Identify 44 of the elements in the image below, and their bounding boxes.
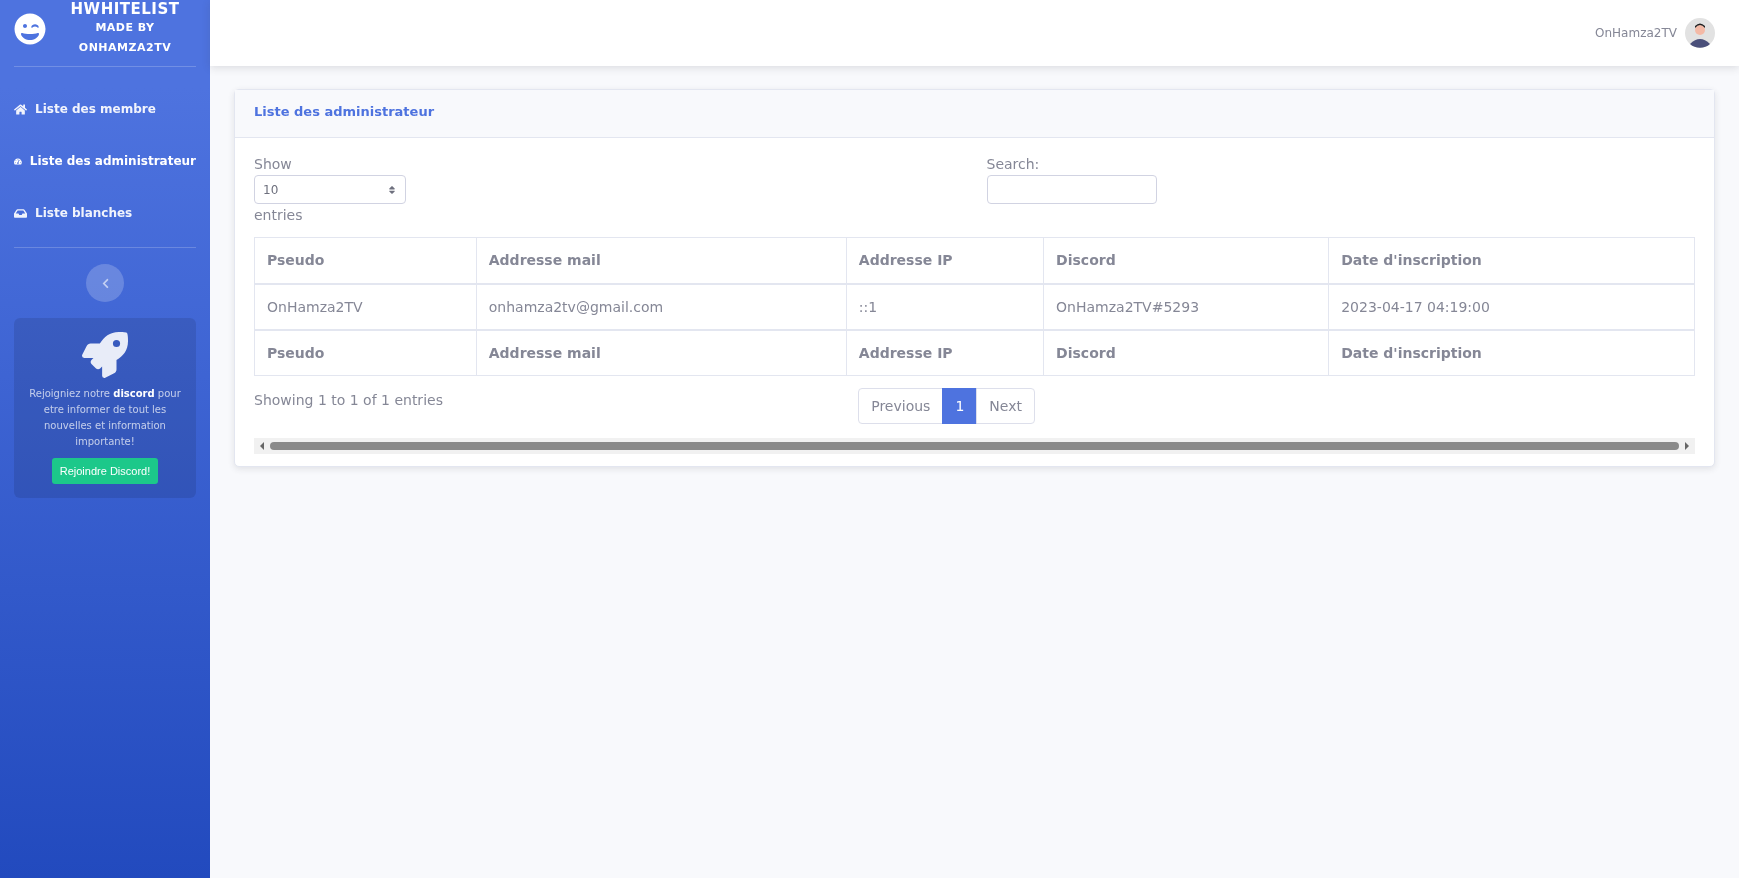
- search-field[interactable]: [986, 175, 1157, 204]
- brand-subtitle: MADE BY: [95, 20, 155, 36]
- pagination-button[interactable]: 1: [942, 388, 978, 424]
- scroll-left-icon[interactable]: [258, 442, 266, 450]
- table-cell: ::1: [846, 283, 1044, 330]
- promo-text: Rejoigniez notre discord pour etre informer de tout les nouvelles et information importante!: [28, 387, 182, 449]
- sidebar-toggle-button[interactable]: [86, 264, 124, 302]
- table-cell: onhamza2tv@gmail.com: [476, 283, 847, 330]
- home-icon: [14, 102, 27, 116]
- rocket-icon: [82, 332, 128, 378]
- table-cell: 2023-04-17 04:19:00: [1328, 283, 1695, 330]
- table-cell: OnHamza2TV#5293: [1043, 283, 1329, 330]
- brand-title: HWHITELIST: [70, 0, 180, 18]
- column-footer: Date d'inscription: [1328, 329, 1695, 376]
- column-footer: Pseudo: [254, 329, 477, 376]
- show-label: Show: [254, 156, 292, 172]
- user-name[interactable]: OnHamza2TV: [1595, 26, 1677, 40]
- search-label: Search:: [986, 156, 1040, 172]
- column-footer: Discord: [1043, 329, 1329, 376]
- logo-icon: [14, 13, 46, 45]
- column-header[interactable]: Date d'inscription: [1328, 237, 1695, 284]
- join-discord-button[interactable]: Rejoindre Discord!: [51, 458, 159, 484]
- brand-author: ONHAMZA2TV: [78, 40, 172, 56]
- sidebar-item[interactable]: Liste des membre: [14, 83, 196, 135]
- horizontal-scrollbar[interactable]: [254, 438, 1695, 454]
- pagination-button[interactable]: Next: [976, 388, 1035, 424]
- avatar-icon[interactable]: [1685, 18, 1715, 48]
- pagination-button[interactable]: Previous: [858, 388, 944, 424]
- table-cell: OnHamza2TV: [254, 283, 477, 330]
- scroll-right-icon[interactable]: [1683, 442, 1691, 450]
- column-header[interactable]: Discord: [1043, 237, 1329, 284]
- entries-select[interactable]: 10: [254, 175, 406, 204]
- column-header[interactable]: Pseudo: [254, 237, 477, 284]
- column-header[interactable]: Addresse IP: [846, 237, 1044, 284]
- inbox-icon: [14, 206, 27, 220]
- sort-icon: [387, 184, 397, 195]
- card-title: Liste des administrateur: [254, 104, 436, 119]
- column-header[interactable]: Addresse mail: [476, 237, 847, 284]
- entries-label: entries: [254, 207, 303, 223]
- column-footer: Addresse IP: [846, 329, 1044, 376]
- table-info: Showing 1 to 1 of 1 entries: [254, 391, 444, 410]
- sidebar-item[interactable]: Liste des administrateur: [14, 135, 196, 187]
- sidebar-item[interactable]: Liste blanches: [14, 187, 196, 239]
- column-footer: Addresse mail: [476, 329, 847, 376]
